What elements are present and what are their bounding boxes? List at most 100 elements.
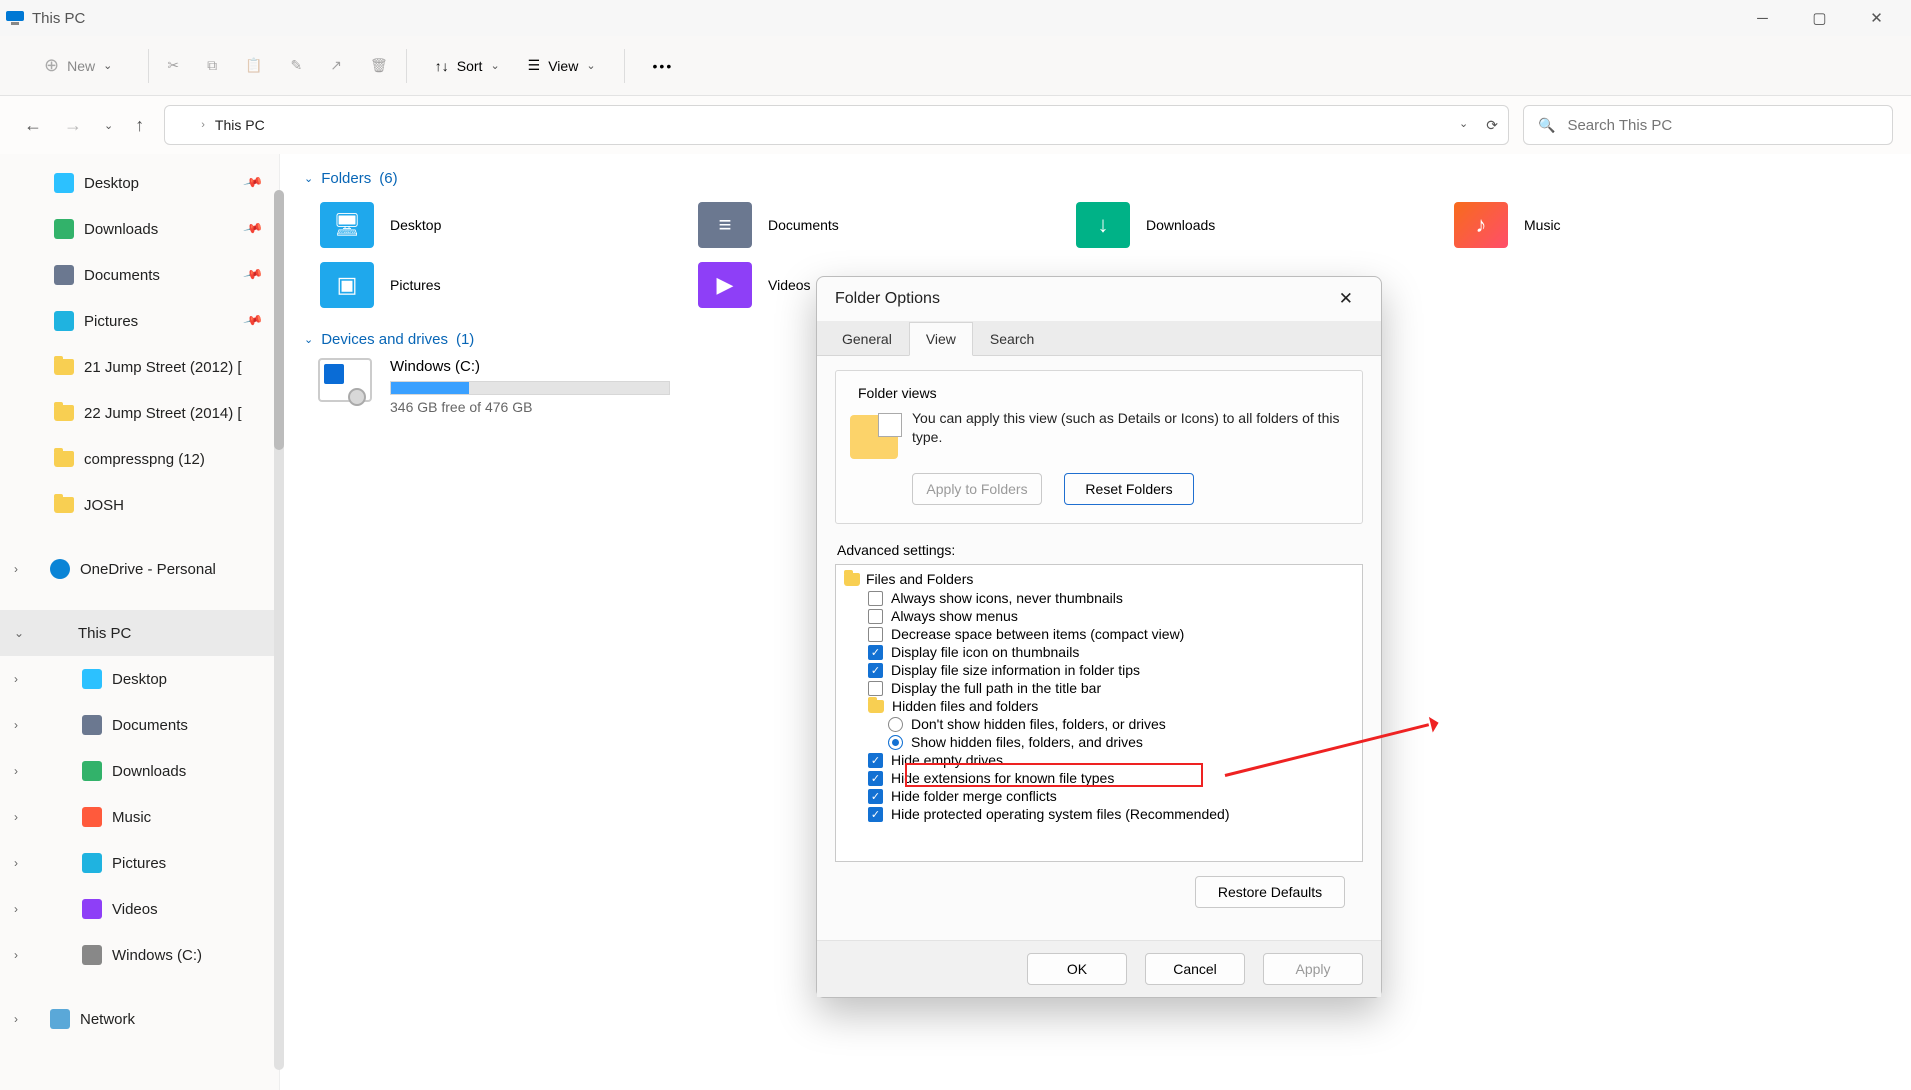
sidebar-item[interactable]: › Documents [0,702,279,748]
address-bar[interactable]: › This PC ⌄ ⟳ [164,105,1509,145]
search-box[interactable]: 🔍 [1523,105,1893,145]
checkbox[interactable]: ✓ [868,645,883,660]
checkbox[interactable]: ✓ [868,753,883,768]
folder-tile-label: Videos [768,277,811,293]
checkbox[interactable]: ✓ [868,771,883,786]
drive-icon [318,358,372,402]
close-button[interactable]: ✕ [1848,0,1905,36]
tree-option-label: Always show icons, never thumbnails [891,590,1123,606]
sidebar-item[interactable]: › Windows (C:) [0,932,279,978]
toolbar-divider [406,49,407,83]
tree-option[interactable]: ✓Display file size information in folder… [842,661,1356,679]
sidebar-item[interactable]: Downloads 📌 [0,206,279,252]
ok-button[interactable]: OK [1027,953,1127,985]
drive-usage-bar [390,381,670,395]
dialog-tab-view[interactable]: View [909,322,973,356]
advanced-settings-tree[interactable]: Files and Folders Always show icons, nev… [835,564,1363,862]
folder-tile[interactable]: 🖥 Desktop [312,197,682,253]
sidebar-item[interactable]: JOSH [0,482,279,528]
sidebar-item[interactable]: Documents 📌 [0,252,279,298]
dialog-tab-general[interactable]: General [825,322,909,356]
folder-icon [82,715,102,735]
recent-locations-button[interactable]: ⌄ [104,119,113,132]
folder-tile[interactable]: ♪ Music [1446,197,1816,253]
folder-tile-label: Music [1524,217,1561,233]
checkbox[interactable]: ✓ [868,807,883,822]
tree-root: Files and Folders [842,569,1356,589]
this-pc-icon [175,119,191,131]
back-button[interactable]: ← [24,115,42,136]
annotation-highlight [905,763,1203,787]
sidebar-item[interactable]: › Downloads [0,748,279,794]
checkbox[interactable] [868,609,883,624]
tree-option[interactable]: Show hidden files, folders, and drives [842,733,1356,751]
folder-tile[interactable]: ↓ Downloads [1068,197,1438,253]
search-input[interactable] [1567,117,1878,134]
address-dropdown-button[interactable]: ⌄ [1459,117,1468,134]
sort-button[interactable]: ↑↓ Sort ⌄ [425,52,510,80]
sidebar-this-pc[interactable]: ⌄ This PC [0,610,279,656]
restore-defaults-button[interactable]: Restore Defaults [1195,876,1345,908]
sidebar-item-label: Desktop [112,671,167,688]
checkbox[interactable]: ✓ [868,663,883,678]
folder-icon [54,359,74,375]
sidebar-item[interactable]: › Videos [0,886,279,932]
sidebar-item[interactable]: › Desktop [0,656,279,702]
reset-folders-button[interactable]: Reset Folders [1064,473,1194,505]
folder-views-heading: Folder views [854,385,941,401]
delete-icon: 🗑 [370,57,388,74]
radio-button[interactable] [888,735,903,750]
group-folders-header[interactable]: ⌄ Folders (6) [304,170,1893,187]
folder-icon [844,573,860,586]
tree-option[interactable]: ✓ Hide folder merge conflicts [842,787,1356,805]
sidebar-network[interactable]: › Network [0,996,279,1042]
refresh-button[interactable]: ⟳ [1486,117,1498,134]
checkbox[interactable] [868,681,883,696]
sidebar-item[interactable]: › Music [0,794,279,840]
sidebar-scrollbar-thumb[interactable] [274,190,284,450]
rename-icon: ✎ [291,57,303,74]
forward-button[interactable]: → [64,115,82,136]
folder-icon: ▶ [698,262,752,308]
checkbox[interactable] [868,627,883,642]
apply-button[interactable]: Apply [1263,953,1363,985]
sidebar-item-label: Documents [112,717,188,734]
view-button[interactable]: ☰ View ⌄ [518,51,606,80]
chevron-right-icon: › [14,810,18,824]
new-button[interactable]: ⊕ New ⌄ [20,49,130,82]
sidebar-item[interactable]: › Pictures [0,840,279,886]
tree-option[interactable]: Decrease space between items (compact vi… [842,625,1356,643]
sidebar-item[interactable]: 22 Jump Street (2014) [ [0,390,279,436]
sidebar-item[interactable]: Desktop 📌 [0,160,279,206]
radio-button[interactable] [888,717,903,732]
sidebar-onedrive[interactable]: › OneDrive - Personal [0,546,279,592]
tree-option[interactable]: ✓Hide protected operating system files (… [842,805,1356,823]
tree-option[interactable]: Don't show hidden files, folders, or dri… [842,715,1356,733]
checkbox[interactable] [868,591,883,606]
maximize-button[interactable]: ▢ [1791,0,1848,36]
dialog-close-button[interactable]: ✕ [1329,283,1363,315]
minimize-button[interactable]: ─ [1734,0,1791,36]
apply-to-folders-button[interactable]: Apply to Folders [912,473,1042,505]
checkbox[interactable]: ✓ [868,789,883,804]
more-button[interactable]: ••• [643,52,684,80]
cancel-button[interactable]: Cancel [1145,953,1245,985]
tree-option[interactable]: Always show menus [842,607,1356,625]
search-icon: 🔍 [1538,117,1555,134]
tree-option[interactable]: Display the full path in the title bar [842,679,1356,697]
paste-icon: 📋 [245,57,262,74]
tree-option-label: Hide folder merge conflicts [891,788,1057,804]
sidebar-item[interactable]: compresspng (12) [0,436,279,482]
folder-icon: 🖥 [320,202,374,248]
breadcrumb-this-pc[interactable]: This PC [215,117,265,133]
sidebar-item[interactable]: Pictures 📌 [0,298,279,344]
dialog-tab-search[interactable]: Search [973,322,1051,356]
navigation-pane[interactable]: Desktop 📌 Downloads 📌 Documents 📌 Pictur… [0,154,280,1090]
folder-tile[interactable]: ≡ Documents [690,197,1060,253]
up-button[interactable]: ↑ [135,115,144,136]
tree-option[interactable]: ✓Display file icon on thumbnails [842,643,1356,661]
folder-tile[interactable]: ▣ Pictures [312,257,682,313]
sidebar-item[interactable]: 21 Jump Street (2012) [ [0,344,279,390]
tree-option[interactable]: Always show icons, never thumbnails [842,589,1356,607]
plus-icon: ⊕ [44,55,59,76]
